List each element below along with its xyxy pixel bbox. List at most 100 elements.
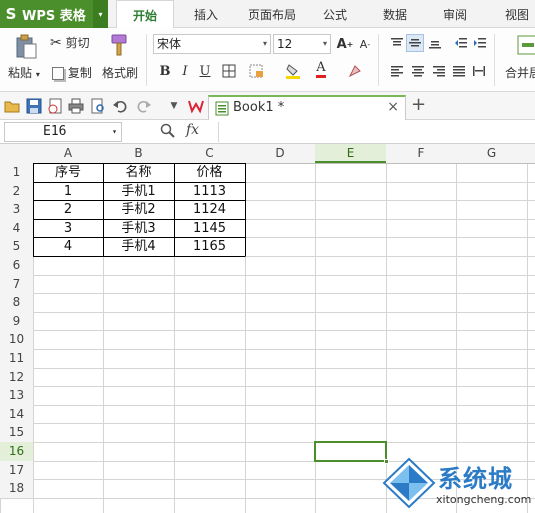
- undo-icon[interactable]: [112, 98, 128, 114]
- increase-indent-icon[interactable]: [471, 34, 489, 52]
- copy-button[interactable]: 复制: [52, 64, 92, 81]
- column-header-a[interactable]: A: [33, 144, 103, 163]
- column-header-c[interactable]: C: [174, 144, 245, 163]
- column-header-h[interactable]: [527, 144, 535, 163]
- close-icon[interactable]: ×: [387, 99, 399, 115]
- borders-icon[interactable]: [220, 62, 238, 80]
- font-color-icon[interactable]: A: [312, 60, 330, 78]
- row-header-6[interactable]: 6: [0, 256, 33, 275]
- cell-b4[interactable]: 手机3: [103, 219, 174, 238]
- row-header-7[interactable]: 7: [0, 274, 33, 294]
- align-center-icon[interactable]: [409, 62, 427, 80]
- sheet-doc-icon: [215, 101, 229, 119]
- cell-c1[interactable]: 价格: [174, 163, 245, 182]
- bold-button[interactable]: B: [156, 62, 174, 80]
- name-box[interactable]: E16 ▾: [4, 122, 122, 142]
- row-header-12[interactable]: 12: [0, 367, 33, 387]
- cell-c5[interactable]: 1165: [174, 237, 245, 256]
- row-header-1[interactable]: 1: [0, 163, 33, 182]
- column-header-g[interactable]: G: [456, 144, 527, 163]
- row-header-3[interactable]: 3: [0, 200, 33, 219]
- app-menu-button[interactable]: S WPS 表格 ▾: [0, 0, 108, 28]
- row-header-2[interactable]: 2: [0, 181, 33, 201]
- cell-a3[interactable]: 2: [33, 200, 103, 219]
- formula-input[interactable]: [218, 122, 535, 142]
- wps-w-logo-icon[interactable]: [188, 98, 204, 114]
- increase-font-icon[interactable]: A +: [336, 35, 354, 53]
- tab-home[interactable]: 开始: [116, 0, 174, 29]
- merge-center-button[interactable]: 合并居: [505, 64, 535, 81]
- tab-page-layout[interactable]: 页面布局: [240, 0, 304, 28]
- row-header-8[interactable]: 8: [0, 293, 33, 312]
- underline-button[interactable]: U: [196, 62, 214, 80]
- justify-icon[interactable]: [450, 62, 468, 80]
- row-header-17[interactable]: 17: [0, 460, 33, 480]
- decrease-indent-icon[interactable]: [452, 34, 470, 52]
- document-tab[interactable]: Book1 * ×: [208, 95, 406, 120]
- save-icon[interactable]: [26, 98, 42, 114]
- cell-b5[interactable]: 手机4: [103, 237, 174, 256]
- cell-c2[interactable]: 1113: [174, 182, 245, 201]
- format-painter-icon[interactable]: [108, 32, 132, 58]
- output-pdf-icon[interactable]: [47, 98, 63, 114]
- decrease-font-icon[interactable]: A-: [356, 35, 374, 53]
- select-all-corner[interactable]: [0, 144, 33, 163]
- distributed-icon[interactable]: [470, 62, 488, 80]
- row-header-14[interactable]: 14: [0, 404, 33, 424]
- cell-b2[interactable]: 手机1: [103, 182, 174, 201]
- row-header-5[interactable]: 5: [0, 237, 33, 256]
- align-middle-icon[interactable]: [406, 34, 424, 52]
- paste-button[interactable]: 粘贴 ▾: [8, 64, 40, 81]
- row-header-13[interactable]: 13: [0, 386, 33, 405]
- cell-b1[interactable]: 名称: [103, 163, 174, 182]
- zoom-search-icon[interactable]: [160, 123, 176, 142]
- chevron-down-icon[interactable]: ▼: [166, 98, 182, 114]
- align-right-icon[interactable]: [430, 62, 448, 80]
- column-header-d[interactable]: D: [245, 144, 315, 163]
- insert-function-icon[interactable]: fx: [186, 122, 199, 138]
- cut-button[interactable]: ✂ 剪切: [50, 34, 90, 51]
- cell-a4[interactable]: 3: [33, 219, 103, 238]
- row-header-11[interactable]: 11: [0, 349, 33, 368]
- column-header-e[interactable]: E: [315, 144, 386, 163]
- highlight-color-icon[interactable]: [284, 62, 302, 80]
- print-preview-icon[interactable]: [90, 98, 106, 114]
- selected-cell-e16[interactable]: [314, 441, 389, 464]
- format-painter-button[interactable]: 格式刷: [102, 64, 138, 81]
- cell-a1[interactable]: 序号: [33, 163, 103, 182]
- row-header-15[interactable]: 15: [0, 423, 33, 442]
- tab-formulas[interactable]: 公式: [312, 0, 358, 28]
- tab-data[interactable]: 数据: [372, 0, 418, 28]
- row-header-4[interactable]: 4: [0, 218, 33, 238]
- row-header-18[interactable]: 18: [0, 479, 33, 498]
- column-header-f[interactable]: F: [386, 144, 456, 163]
- cell-fill-icon[interactable]: [248, 62, 266, 80]
- cell-a5[interactable]: 4: [33, 237, 103, 256]
- font-size-select[interactable]: 12 ▾: [273, 34, 331, 54]
- column-header-b[interactable]: B: [103, 144, 174, 163]
- chevron-down-icon: ▾: [35, 70, 40, 79]
- redo-icon[interactable]: [136, 98, 152, 114]
- row-header-10[interactable]: 10: [0, 330, 33, 349]
- tab-insert[interactable]: 插入: [180, 0, 232, 28]
- chevron-down-icon[interactable]: ▾: [93, 0, 108, 28]
- open-folder-icon[interactable]: [4, 98, 20, 114]
- font-name-select[interactable]: 宋体 ▾: [153, 34, 271, 54]
- merge-center-icon[interactable]: [517, 34, 535, 56]
- cell-b3[interactable]: 手机2: [103, 200, 174, 219]
- cell-a2[interactable]: 1: [33, 182, 103, 201]
- tab-review[interactable]: 审阅: [432, 0, 478, 28]
- clear-format-icon[interactable]: [346, 62, 364, 80]
- row-header-16[interactable]: 16: [0, 442, 33, 461]
- italic-button[interactable]: I: [176, 62, 194, 80]
- align-bottom-icon[interactable]: [426, 34, 444, 52]
- row-header-9[interactable]: 9: [0, 311, 33, 331]
- tab-view[interactable]: 视图: [494, 0, 535, 28]
- cell-c4[interactable]: 1145: [174, 219, 245, 238]
- cell-c3[interactable]: 1124: [174, 200, 245, 219]
- print-icon[interactable]: [68, 98, 84, 114]
- align-left-icon[interactable]: [388, 62, 406, 80]
- align-top-icon[interactable]: [388, 34, 406, 52]
- add-tab-icon[interactable]: +: [411, 94, 426, 115]
- paste-icon[interactable]: [14, 34, 38, 60]
